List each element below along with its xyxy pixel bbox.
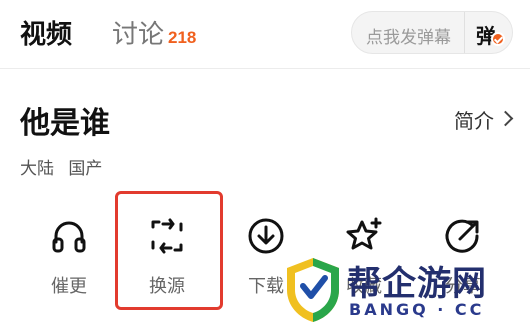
tag-origin: 国产 [68,159,103,179]
check-icon [491,32,505,46]
top-tab-bar: 视频 讨论 218 点我发弹幕 弹 [0,0,530,64]
tab-divider [0,68,530,69]
watermark-brand: 帮企游网 [347,264,487,304]
video-title: 他是谁 [20,106,110,141]
discuss-count-badge: 218 [168,28,197,47]
video-detail-page: 视频 讨论 218 点我发弹幕 弹 他是谁 简介 大陆 国产 催更 换源 下载 … [0,0,530,326]
watermark-domain: BANGQ · CC [349,300,485,319]
urge-update-label: 催更 [51,276,87,297]
danmaku-toggle-button[interactable]: 弹 [468,12,512,53]
chevron-right-icon[interactable] [497,110,514,127]
watermark-logo: 帮企游网 BANGQ · CC [281,254,530,326]
share-icon [445,219,479,253]
danmaku-input-box[interactable]: 点我发弹幕 弹 [351,11,513,54]
tab-video[interactable]: 视频 [20,14,72,51]
tab-discuss[interactable]: 讨论 [112,14,164,51]
highlight-box [115,191,223,310]
star-add-icon [346,217,382,250]
headphones-icon [52,221,86,253]
shield-logo-icon [287,258,339,322]
danmaku-divider [464,12,465,53]
urge-update-button[interactable]: 催更 [19,210,119,310]
danmaku-input[interactable]: 点我发弹幕 [366,23,451,48]
intro-link[interactable]: 简介 [454,105,494,134]
video-tags: 大陆 国产 [20,154,111,179]
tag-region: 大陆 [20,159,54,179]
download-icon [248,218,284,254]
